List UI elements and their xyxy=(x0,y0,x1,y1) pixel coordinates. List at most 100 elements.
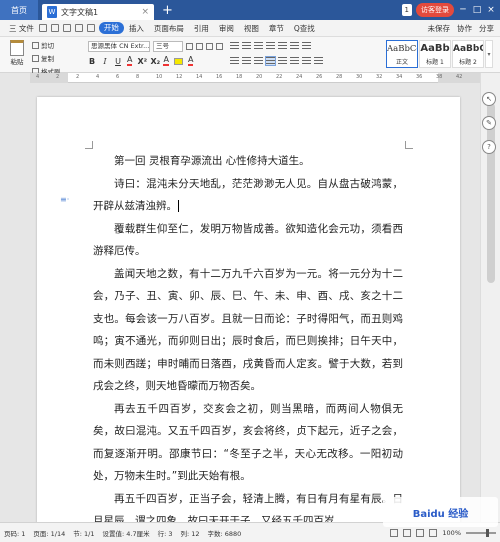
status-position[interactable]: 设置值: 4.7厘米 xyxy=(102,528,149,538)
paragraph-body-2[interactable]: 再去五千四百岁，交亥会之初，则当黑暗，而两间人物俱无矣，故曰混沌。又五千四百岁，… xyxy=(93,398,403,488)
web-view-icon[interactable] xyxy=(416,528,425,537)
menu-file[interactable]: 三 文件 xyxy=(4,23,39,34)
ruler-number: 26 xyxy=(316,74,323,80)
document-body[interactable]: 第一回 灵根育孕源流出 心性修持大道生。 诗曰：混沌未分天地乱，茫茫渺渺无人见。… xyxy=(93,150,403,522)
show-marks-icon[interactable] xyxy=(302,42,311,50)
distributed-icon[interactable] xyxy=(278,57,287,65)
align-left-icon[interactable] xyxy=(230,57,239,65)
font-size-select[interactable]: 三号 xyxy=(153,41,183,52)
style-normal-preview: AaBbCc xyxy=(387,44,417,54)
paragraph-handle-icon[interactable]: ≡· xyxy=(60,195,69,204)
zoom-value[interactable]: 100% xyxy=(442,529,461,537)
menu-sections[interactable]: 章节 xyxy=(264,23,289,34)
justify-icon[interactable] xyxy=(265,56,276,66)
menu-start[interactable]: 开始 xyxy=(98,22,124,34)
shrink-font-icon[interactable] xyxy=(196,43,203,50)
font-family-select[interactable]: 思源黑体 CN Extr... xyxy=(88,41,150,52)
menu-references[interactable]: 引用 xyxy=(189,23,214,34)
side-help-icon[interactable]: ? xyxy=(482,140,496,154)
sort-icon[interactable] xyxy=(290,42,299,50)
status-pages[interactable]: 页面: 1/14 xyxy=(33,528,65,538)
paragraph-poem-2[interactable]: 覆载群生仰至仁，发明万物皆成善。欲知造化会元功，须看西游释厄传。 xyxy=(93,218,403,263)
borders-icon[interactable] xyxy=(314,57,323,65)
collaborate-button[interactable]: 协作 xyxy=(457,23,472,34)
baidu-watermark: Baidu 经验 xyxy=(383,497,498,527)
menu-page-layout[interactable]: 页面布局 xyxy=(149,23,189,34)
shading-icon[interactable] xyxy=(302,57,311,65)
phonetic-icon[interactable] xyxy=(216,43,223,50)
redo-icon[interactable] xyxy=(86,24,95,32)
superscript-button[interactable]: X² xyxy=(137,57,147,66)
print-icon[interactable] xyxy=(50,24,59,32)
paragraph-title[interactable]: 第一回 灵根育孕源流出 心性修持大道生。 xyxy=(93,150,403,173)
highlight-button[interactable] xyxy=(173,57,183,65)
document-area[interactable]: 第一回 灵根育孕源流出 心性修持大道生。 诗曰：混沌未分天地乱，茫茫渺渺无人见。… xyxy=(0,83,480,522)
bold-button[interactable]: B xyxy=(88,57,96,66)
style-heading-1[interactable]: AaBb 标题 1 xyxy=(419,40,451,68)
side-cursor-icon[interactable]: ↖ xyxy=(482,92,496,106)
window-close-icon[interactable]: × xyxy=(486,5,496,15)
subscript-button[interactable]: X₂ xyxy=(150,57,160,66)
menu-view[interactable]: 视图 xyxy=(239,23,264,34)
tab-document[interactable]: W 文字文稿1 × xyxy=(42,4,154,20)
grow-font-icon[interactable] xyxy=(186,43,193,50)
preview-icon[interactable] xyxy=(62,24,71,32)
menu-insert[interactable]: 插入 xyxy=(124,23,149,34)
tab-home[interactable]: 首页 xyxy=(0,0,38,20)
add-tab-button[interactable]: + xyxy=(162,3,173,18)
paragraph-group-top xyxy=(230,42,311,50)
ruler-number: 24 xyxy=(296,74,303,80)
read-mode-icon[interactable] xyxy=(390,528,399,537)
menu-bar: 三 文件 开始 插入 页面布局 引用 审阅 视图 章节 Q查找 未保存 协作 分… xyxy=(0,20,500,37)
align-center-icon[interactable] xyxy=(242,57,251,65)
menu-review[interactable]: 审阅 xyxy=(214,23,239,34)
paragraph-body-1[interactable]: 盖闻天地之数，有十二万九千六百岁为一元。将一元分为十二会，乃子、丑、寅、卯、辰、… xyxy=(93,263,403,398)
side-tools-icon[interactable]: ✎ xyxy=(482,116,496,130)
bullets-icon[interactable] xyxy=(230,42,239,50)
clear-format-icon[interactable] xyxy=(206,43,213,50)
styles-more-button[interactable]: ▾ xyxy=(485,40,493,68)
font-color-button[interactable]: A xyxy=(127,56,133,66)
status-row[interactable]: 行: 3 xyxy=(158,528,173,538)
unsaved-status[interactable]: 未保存 xyxy=(428,23,451,34)
login-button[interactable]: 访客登录 xyxy=(416,3,454,17)
text-effect-button[interactable]: A xyxy=(163,56,169,66)
zoom-slider[interactable] xyxy=(466,528,496,537)
paste-button[interactable]: 粘贴 xyxy=(6,40,28,66)
status-page[interactable]: 页码: 1 xyxy=(4,528,25,538)
status-section[interactable]: 节: 1/1 xyxy=(73,528,94,538)
paragraph-body-3[interactable]: 再五千四百岁，正当子会，轻清上腾，有日有月有星有辰。日月星辰，谓之四象。故曰天开… xyxy=(93,488,403,523)
undo-icon[interactable] xyxy=(74,24,83,32)
decrease-indent-icon[interactable] xyxy=(254,42,263,50)
align-right-icon[interactable] xyxy=(254,57,263,65)
underline-button[interactable]: U xyxy=(114,57,122,66)
style-heading-2[interactable]: AaBbC 标题 2 xyxy=(452,40,484,68)
search-button[interactable]: Q查找 xyxy=(289,23,320,34)
ruler-number: 16 xyxy=(216,74,223,80)
horizontal-ruler[interactable]: 4 2 2 4 6 8 10 12 14 16 18 20 22 24 26 28 30 32 34 36 38 42 xyxy=(30,73,480,83)
document-page[interactable]: 第一回 灵根育孕源流出 心性修持大道生。 诗曰：混沌未分天地乱，茫茫渺渺无人见。… xyxy=(37,97,460,522)
increase-indent-icon[interactable] xyxy=(266,42,275,50)
char-shading-button[interactable]: A xyxy=(187,56,194,66)
ruler-number: 42 xyxy=(456,74,463,80)
copy-button[interactable]: 复制 xyxy=(32,53,61,63)
save-icon[interactable] xyxy=(38,24,47,32)
status-col[interactable]: 列: 12 xyxy=(180,528,199,538)
status-words[interactable]: 字数: 6880 xyxy=(208,528,242,538)
styles-gallery: AaBbCc 正文 AaBb 标题 1 AaBbC 标题 2 ▾ xyxy=(386,40,493,68)
window-count-badge[interactable]: 1 xyxy=(401,4,412,16)
share-button[interactable]: 分享 xyxy=(479,23,494,34)
numbering-icon[interactable] xyxy=(242,42,251,50)
ruler-number: 12 xyxy=(176,74,183,80)
page-view-icon[interactable] xyxy=(403,528,412,537)
italic-button[interactable]: I xyxy=(101,57,109,66)
style-normal[interactable]: AaBbCc 正文 xyxy=(386,40,418,68)
maximize-icon[interactable]: □ xyxy=(472,5,482,15)
line-spacing-icon[interactable] xyxy=(290,57,299,65)
outline-view-icon[interactable] xyxy=(429,528,438,537)
cut-button[interactable]: 剪切 xyxy=(32,40,61,50)
close-tab-icon[interactable]: × xyxy=(141,7,149,17)
chinese-layout-icon[interactable] xyxy=(278,42,287,50)
paragraph-poem-1[interactable]: 诗曰：混沌未分天地乱，茫茫渺渺无人见。自从盘古破鸿蒙，开辟从兹清浊辨。 xyxy=(93,173,403,218)
minimize-icon[interactable]: ─ xyxy=(458,5,468,15)
